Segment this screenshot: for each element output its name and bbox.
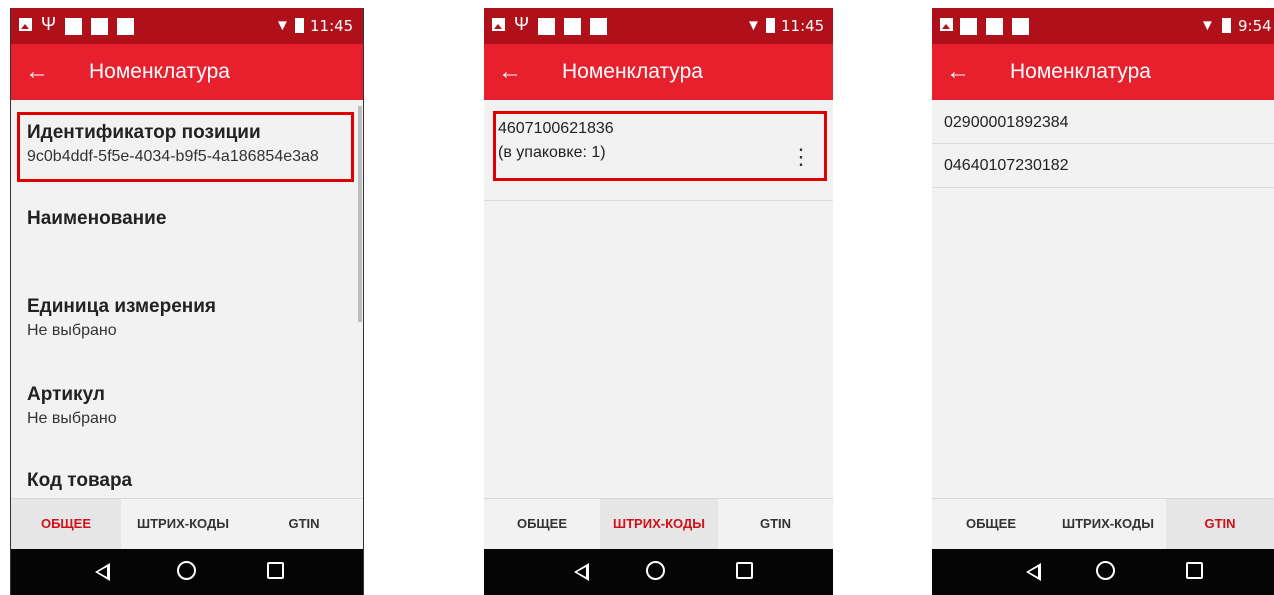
- arrow-left-icon[interactable]: ←: [25, 44, 49, 100]
- field-item-id: Идентификатор позиции 9c0b4ddf-5f5e-4034…: [27, 122, 355, 166]
- gtin-value: 02900001892384: [944, 114, 1069, 131]
- general-details: Идентификатор позиции 9c0b4ddf-5f5e-4034…: [11, 100, 363, 499]
- battery-icon: [766, 18, 775, 33]
- image-notification-icon: [940, 18, 953, 31]
- tab-barcodes[interactable]: ШТРИХ-КОДЫ: [121, 499, 245, 549]
- image-notification-icon: [19, 18, 32, 31]
- wifi-icon: ▼: [275, 17, 290, 34]
- notification-icon: [538, 18, 555, 35]
- highlight-box: [493, 111, 827, 181]
- tab-bar: ОБЩЕЕ ШТРИХ-КОДЫ GTIN: [484, 498, 833, 549]
- tab-bar: ОБЩЕЕ ШТРИХ-КОДЫ GTIN: [932, 498, 1274, 549]
- field-label: Идентификатор позиции: [27, 122, 261, 143]
- page-title: Номенклатура: [89, 60, 230, 83]
- recent-apps-icon[interactable]: [267, 562, 284, 579]
- page-title: Номенклатура: [562, 60, 703, 83]
- app-bar: ← Номенклатура: [11, 44, 363, 100]
- status-bar: Ψ ▼ 11:45: [11, 8, 363, 44]
- gtin-value: 04640107230182: [944, 157, 1069, 174]
- navigation-bar: [484, 549, 833, 595]
- notification-icon: [117, 18, 134, 35]
- field-label: Наименование: [27, 208, 167, 229]
- back-icon[interactable]: [1026, 563, 1041, 581]
- field-value: Не выбрано: [27, 322, 117, 339]
- clock: 11:45: [781, 17, 825, 35]
- home-icon[interactable]: [177, 561, 196, 580]
- list-item[interactable]: 02900001892384: [932, 100, 1274, 144]
- arrow-left-icon[interactable]: ←: [498, 44, 522, 100]
- navigation-bar: [932, 549, 1274, 595]
- battery-icon: [1222, 18, 1231, 33]
- app-bar: ← Номенклатура: [484, 44, 833, 100]
- navigation-bar: [11, 549, 363, 595]
- field-name[interactable]: Наименование: [27, 208, 355, 234]
- phone-screen-general: Ψ ▼ 11:45 ← Номенклатура Идентификатор п…: [10, 8, 364, 595]
- field-label: Артикул: [27, 384, 105, 405]
- tab-general[interactable]: ОБЩЕЕ: [484, 499, 600, 549]
- home-icon[interactable]: [1096, 561, 1115, 580]
- list-item[interactable]: 04640107230182: [932, 144, 1274, 188]
- battery-icon: [295, 18, 304, 33]
- back-icon[interactable]: [95, 563, 110, 581]
- tab-gtin[interactable]: GTIN: [245, 499, 363, 549]
- notification-icon: [960, 18, 977, 35]
- scrollbar[interactable]: [358, 106, 362, 322]
- field-label: Код товара: [27, 470, 133, 491]
- recent-apps-icon[interactable]: [1186, 562, 1203, 579]
- tab-gtin[interactable]: GTIN: [718, 499, 833, 549]
- barcode-list: 4607100621836 (в упаковке: 1) ⋮: [484, 100, 833, 499]
- page-title: Номенклатура: [1010, 60, 1151, 83]
- field-label: Единица измерения: [27, 296, 217, 317]
- clock: 11:45: [310, 17, 354, 35]
- clock: 9:54: [1238, 17, 1272, 35]
- notification-icon: [1012, 18, 1029, 35]
- tab-barcodes[interactable]: ШТРИХ-КОДЫ: [1050, 499, 1166, 549]
- wifi-icon: ▼: [1200, 17, 1215, 34]
- status-bar: Ψ ▼ 11:45: [484, 8, 833, 44]
- phone-screen-barcodes: Ψ ▼ 11:45 ← Номенклатура 4607100621836 (…: [484, 8, 833, 595]
- field-value: Не выбрано: [27, 410, 117, 427]
- arrow-left-icon[interactable]: ←: [946, 44, 970, 100]
- usb-icon: Ψ: [41, 14, 57, 34]
- tab-gtin[interactable]: GTIN: [1166, 499, 1274, 549]
- recent-apps-icon[interactable]: [736, 562, 753, 579]
- notification-icon: [65, 18, 82, 35]
- field-product-code[interactable]: Код товара: [27, 470, 355, 492]
- tab-general[interactable]: ОБЩЕЕ: [932, 499, 1050, 549]
- usb-icon: Ψ: [514, 14, 530, 34]
- back-icon[interactable]: [574, 563, 589, 581]
- tab-barcodes[interactable]: ШТРИХ-КОДЫ: [600, 499, 718, 549]
- status-bar: ▼ 9:54: [932, 8, 1274, 44]
- notification-icon: [91, 18, 108, 35]
- tab-bar: ОБЩЕЕ ШТРИХ-КОДЫ GTIN: [11, 498, 363, 549]
- notification-icon: [590, 18, 607, 35]
- field-article[interactable]: Артикул Не выбрано: [27, 384, 355, 428]
- phone-screen-gtin: ▼ 9:54 ← Номенклатура 02900001892384 046…: [932, 8, 1274, 595]
- home-icon[interactable]: [646, 561, 665, 580]
- image-notification-icon: [492, 18, 505, 31]
- tab-general[interactable]: ОБЩЕЕ: [11, 499, 121, 549]
- gtin-list: 02900001892384 04640107230182: [932, 100, 1274, 499]
- app-bar: ← Номенклатура: [932, 44, 1274, 100]
- wifi-icon: ▼: [746, 17, 761, 34]
- field-value[interactable]: 9c0b4ddf-5f5e-4034-b9f5-4a186854e3a8: [27, 148, 355, 166]
- field-unit[interactable]: Единица измерения Не выбрано: [27, 296, 355, 340]
- notification-icon: [564, 18, 581, 35]
- notification-icon: [986, 18, 1003, 35]
